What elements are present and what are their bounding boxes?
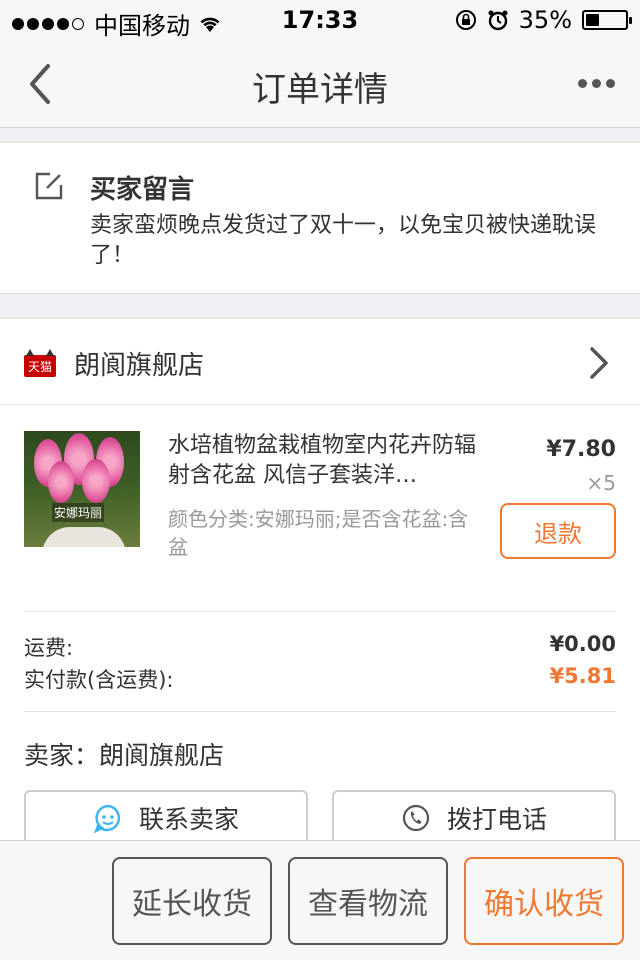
item-image-caption: 安娜玛丽 (52, 503, 105, 522)
confirm-receipt-button[interactable]: 确认收货 (464, 857, 624, 945)
contact-seller-label: 联系卖家 (138, 805, 239, 834)
bottom-action-bar: 延长收货 查看物流 确认收货 (0, 840, 640, 960)
order-section: 天猫 朗阆旗舰店 安娜玛丽 水培植物盆栽植物室内花卉防辐射含花盆 风信子套装洋…… (0, 318, 640, 846)
item-quantity: ×5 (586, 471, 616, 495)
item-thumbnail[interactable]: 安娜玛丽 (24, 431, 140, 547)
tmall-badge-text: 天猫 (28, 360, 52, 374)
contact-seller-button[interactable]: 联系卖家 (24, 790, 308, 846)
more-dots-icon[interactable] (578, 68, 618, 98)
status-bar: 中国移动 17:33 35% (0, 0, 640, 40)
item-price: ¥7.80 (546, 437, 616, 462)
refund-button[interactable]: 退款 (500, 503, 616, 559)
seller-label-row: 卖家：朗阆旗舰店 (24, 736, 224, 772)
seller-info: 卖家：朗阆旗舰店 联系卖家 拨打电话 (24, 711, 616, 846)
shop-name: 朗阆旗舰店 (74, 351, 205, 381)
paid-amount-label: 实付款(含运费): (24, 668, 174, 692)
view-logistics-button[interactable]: 查看物流 (288, 857, 448, 945)
item-title: 水培植物盆栽植物室内花卉防辐射含花盆 风信子套装洋… (168, 433, 477, 488)
seller-name: 朗阆旗舰店 (99, 741, 225, 770)
call-seller-label: 拨打电话 (446, 805, 547, 834)
chevron-right-icon (590, 347, 608, 379)
shipping-fee-label: 运费: (24, 636, 74, 660)
buyer-message-text: 卖家蛮烦晚点发货过了双十一，以免宝贝被快递耽误了！ (90, 213, 597, 268)
paid-amount-row: 实付款(含运费): ¥5.81 (24, 664, 616, 694)
shipping-fee-row: 运费: ¥0.00 (24, 632, 616, 662)
battery-level (586, 14, 599, 26)
order-item[interactable]: 安娜玛丽 水培植物盆栽植物室内花卉防辐射含花盆 风信子套装洋… 颜色分类:安娜玛… (0, 405, 640, 611)
flower-pot (42, 527, 126, 547)
chat-icon (93, 804, 121, 833)
order-detail-page: 中国移动 17:33 35% 订单详情 买家留言 卖家蛮烦晚点发货过了双十一，以… (0, 0, 640, 960)
call-seller-button[interactable]: 拨打电话 (332, 790, 616, 846)
battery-icon (582, 10, 632, 30)
battery-percent: 35% (518, 6, 572, 34)
edit-icon (35, 172, 63, 200)
status-right: 35% (455, 6, 632, 34)
extend-receipt-button[interactable]: 延长收货 (112, 857, 272, 945)
buyer-message-title: 买家留言 (90, 175, 195, 205)
nav-bar: 订单详情 (0, 40, 640, 128)
fee-summary: 运费: ¥0.00 实付款(含运费): ¥5.81 (24, 611, 616, 711)
tmall-icon: 天猫 (24, 349, 56, 377)
alarm-icon (488, 10, 508, 31)
rotation-lock-icon (455, 10, 476, 30)
seller-label: 卖家： (24, 741, 100, 770)
shop-header[interactable]: 天猫 朗阆旗舰店 (0, 319, 640, 405)
shipping-fee-value: ¥0.00 (549, 632, 616, 656)
paid-amount-value: ¥5.81 (549, 664, 616, 688)
item-spec: 颜色分类:安娜玛丽;是否含花盆:含盆 (168, 507, 469, 559)
page-title: 订单详情 (252, 70, 388, 110)
buyer-message-section: 买家留言 卖家蛮烦晚点发货过了双十一，以免宝贝被快递耽误了！ (0, 142, 640, 294)
phone-icon (402, 804, 430, 832)
